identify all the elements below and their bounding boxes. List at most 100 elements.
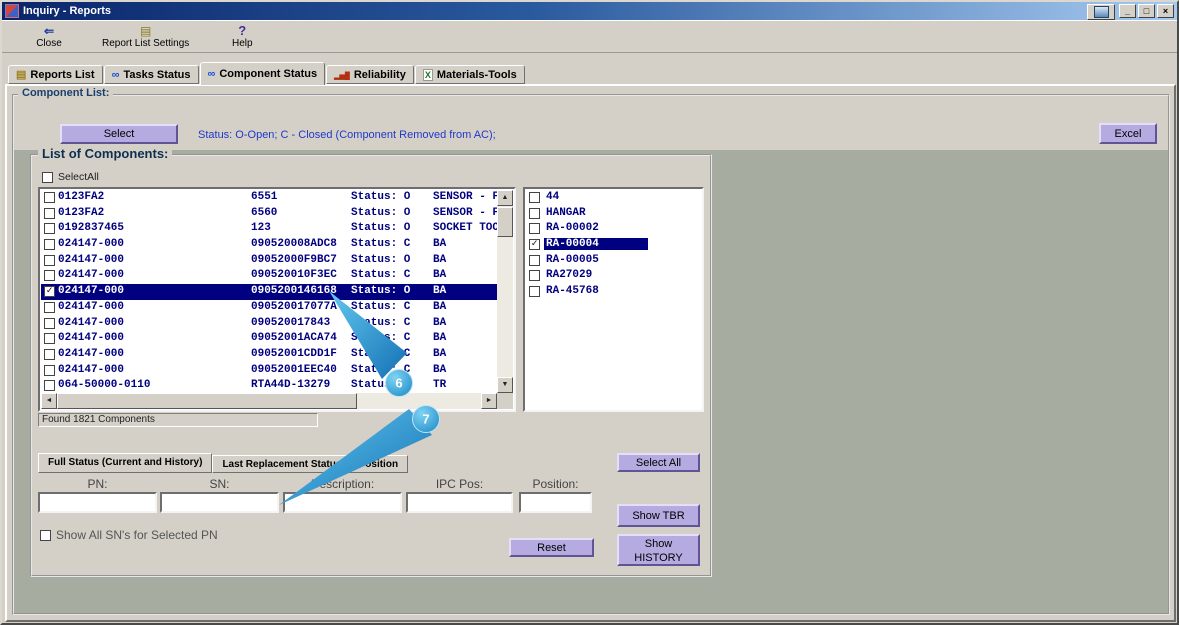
row-status: Status: C [351,300,411,313]
row-checkbox[interactable] [44,254,55,266]
component-row[interactable]: 024147-000 09052001CDD1F Status: C BA [41,347,497,363]
component-row[interactable]: 024147-000 09052001ACA74 Status: C BA [41,331,497,347]
row-checkbox[interactable] [44,317,55,329]
row-checkbox[interactable] [44,223,55,235]
tab-reports-list[interactable]: Reports List [8,65,103,84]
aircraft-checkbox[interactable] [529,223,540,235]
aircraft-row[interactable]: 44 [526,190,701,206]
status-legend: Status: O-Open; C - Closed (Component Re… [198,129,496,141]
aircraft-checkbox[interactable]: ✓ [529,239,540,251]
row-checkbox[interactable] [44,333,55,345]
aircraft-row[interactable]: ✓ RA-00004 [526,237,701,253]
row-status: Status: C [351,269,411,282]
show-all-sns-row[interactable]: Show All SN's for Selected PN [40,528,218,542]
floating-tool-button[interactable] [1087,4,1115,20]
vscroll-thumb[interactable] [497,207,513,237]
filter-tab-2[interactable]: Last Replacement Status by Position [212,455,409,473]
row-checkbox[interactable] [44,380,55,392]
component-list-hscrollbar[interactable]: ◄ ► [41,393,497,409]
hscroll-thumb[interactable] [57,393,357,409]
aircraft-checkbox[interactable] [529,270,540,282]
select-all-checkbox[interactable] [42,171,53,183]
row-checkbox[interactable] [44,207,55,219]
sn-input[interactable] [160,492,279,513]
reports-icon [16,68,26,81]
component-list-vscrollbar[interactable]: ▲ ▼ [497,190,513,393]
show-tbr-button[interactable]: Show TBR [617,504,700,527]
component-row[interactable]: 024147-000 090520017077A Status: C BA [41,300,497,316]
help-button[interactable]: Help [199,22,285,51]
component-row[interactable]: 0123FA2 6560 Status: O SENSOR - F [41,206,497,222]
select-all-checkbox-label: SelectAll [58,171,99,183]
aircraft-row[interactable]: RA-00002 [526,221,701,237]
aircraft-checkbox[interactable] [529,254,540,266]
row-checkbox[interactable] [44,348,55,360]
tab-component-status[interactable]: Component Status [199,62,326,85]
scroll-right-icon[interactable]: ► [481,393,497,409]
aircraft-checkbox[interactable] [529,286,540,298]
row-status: Status: C [351,363,411,376]
row-checkbox[interactable] [44,270,55,282]
component-row[interactable]: 024147-000 090520008ADC8 Status: C BA [41,237,497,253]
aircraft-label: RA-00005 [546,253,599,266]
list-of-components-label: List of Components: [38,146,173,161]
row-checkbox[interactable] [44,364,55,376]
minimize-button[interactable]: _ [1119,4,1136,18]
pos-input[interactable] [519,492,592,513]
maximize-button[interactable]: □ [1138,4,1155,18]
tab-bar: Reports List Tasks Status Component Status… [8,62,526,85]
close-button[interactable]: Close [6,22,92,51]
aircraft-row[interactable]: HANGAR [526,206,701,222]
toolbar: Close Report List Settings Help [2,20,1177,53]
component-listbox[interactable]: 0123FA2 6551 Status: O SENSOR - F 0123FA2 656… [38,187,516,412]
component-row[interactable]: 024147-000 090520010F3EC Status: C BA [41,268,497,284]
aircraft-row[interactable]: RA27029 [526,268,701,284]
tab-tasks-status[interactable]: Tasks Status [103,65,199,84]
report-list-settings-button[interactable]: Report List Settings [92,22,199,51]
scroll-up-icon[interactable]: ▲ [497,190,513,206]
desc-input[interactable] [283,492,402,513]
component-row[interactable]: 024147-000 09052000F9BC7 Status: O BA [41,253,497,269]
aircraft-checkbox[interactable] [529,192,540,203]
row-sn: 090520017843 [251,316,331,329]
show-history-button[interactable]: Show HISTORY [617,534,700,566]
reset-button[interactable]: Reset [509,538,594,557]
component-row[interactable]: 024147-000 090520017843 Status: C BA [41,316,497,332]
pn-input[interactable] [38,492,157,513]
excel-button[interactable]: Excel [1099,123,1157,144]
select-all-button[interactable]: Select All [617,453,700,472]
tab-reliability[interactable]: Reliability [326,65,414,84]
row-checkbox[interactable] [44,301,55,313]
component-row[interactable]: 024147-000 09052001EEC40 Status: C BA [41,363,497,379]
close-window-button[interactable]: × [1157,4,1174,18]
component-row[interactable]: 0192837465 123 Status: O SOCKET TOO [41,221,497,237]
ipc-input[interactable] [406,492,513,513]
title-bar: Inquiry - Reports [2,2,1177,20]
row-desc: SENSOR - F [433,191,497,203]
scroll-down-icon[interactable]: ▼ [497,377,513,393]
select-button[interactable]: Select [60,124,178,144]
component-row[interactable]: ✓ 024147-000 0905200146168 Status: O BA [41,284,497,300]
row-status: Status: C [351,316,411,329]
row-pn: 024147-000 [58,316,125,329]
show-all-sns-label: Show All SN's for Selected PN [56,528,218,542]
aircraft-row[interactable]: RA-45768 [526,284,701,300]
show-all-sns-checkbox[interactable] [40,529,51,541]
row-pn: 024147-000 [58,363,125,376]
row-checkbox[interactable] [44,192,55,203]
row-checkbox[interactable] [44,239,55,251]
component-row[interactable]: 0123FA2 6551 Status: O SENSOR - F [41,190,497,206]
aircraft-checkbox[interactable] [529,207,540,219]
tab-label: Reports List [30,68,95,81]
select-all-checkbox-row[interactable]: SelectAll [42,171,99,183]
row-pn: 064-50000-0110 [58,379,151,392]
filter-tab-1[interactable]: Full Status (Current and History) [38,453,213,473]
help-icon [238,24,246,38]
component-row[interactable]: 064-50000-0110 RTA44D-13279 Status: O TR [41,378,497,393]
row-checkbox[interactable]: ✓ [44,286,55,298]
aircraft-row[interactable]: RA-00005 [526,253,701,269]
aircraft-listbox[interactable]: 44 HANGAR RA-00002 ✓ RA-00004 RA-00005 RA27029… [523,187,704,412]
scroll-left-icon[interactable]: ◄ [41,393,57,409]
field-sn: SN: [160,477,279,513]
tab-materials-tools[interactable]: Materials-Tools [414,65,525,84]
